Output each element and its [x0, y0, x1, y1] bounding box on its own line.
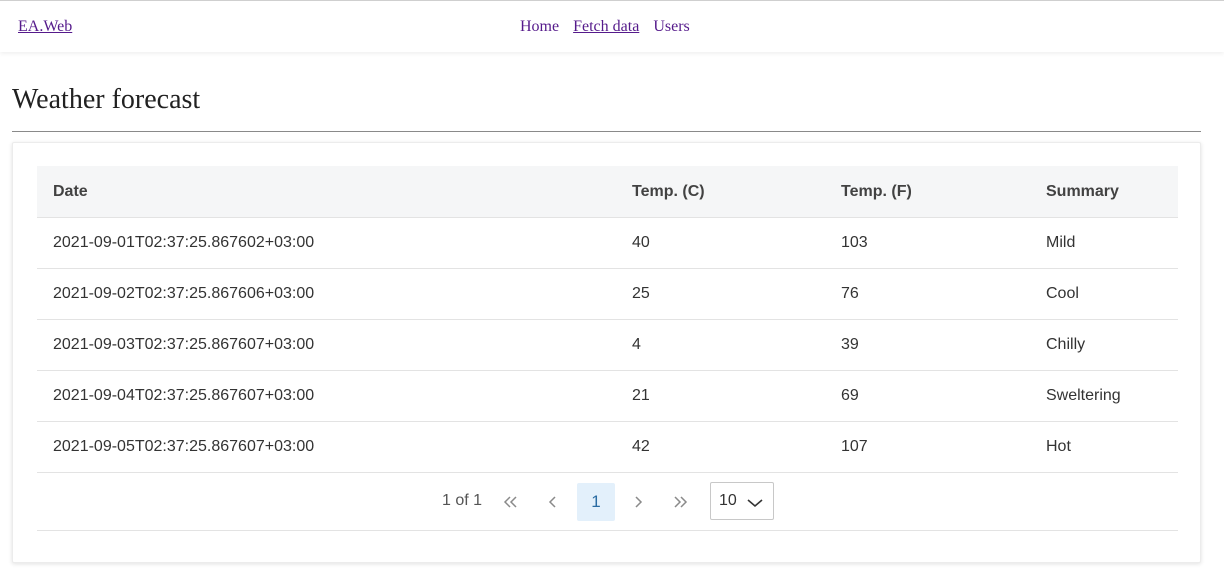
pagination-bar: 1 of 1 1 10: [37, 472, 1178, 531]
cell-temp-c: 25: [616, 268, 825, 320]
cell-summary: Hot: [1030, 421, 1178, 473]
chevron-down-icon: [747, 495, 763, 513]
table-header-row: Date Temp. (C) Temp. (F) Summary: [37, 166, 1178, 218]
chevron-right-icon: [633, 496, 643, 508]
cell-date: 2021-09-05T02:37:25.867607+03:00: [37, 421, 616, 473]
cell-temp-c: 4: [616, 319, 825, 371]
top-navbar: EA.Web Home Fetch data Users: [0, 0, 1224, 52]
cell-temp-c: 40: [616, 217, 825, 269]
page-size-value: 10: [719, 492, 737, 509]
cell-temp-f: 76: [825, 268, 1030, 320]
cell-summary: Chilly: [1030, 319, 1178, 371]
cell-date: 2021-09-03T02:37:25.867607+03:00: [37, 319, 616, 371]
cell-date: 2021-09-01T02:37:25.867602+03:00: [37, 217, 616, 269]
cell-summary: Sweltering: [1030, 370, 1178, 422]
last-page-button[interactable]: [661, 483, 699, 521]
cell-temp-f: 107: [825, 421, 1030, 473]
column-header-temp-c[interactable]: Temp. (C): [616, 166, 825, 218]
table-row: 2021-09-01T02:37:25.867602+03:00 40 103 …: [37, 217, 1178, 269]
cell-date: 2021-09-02T02:37:25.867606+03:00: [37, 268, 616, 320]
cell-temp-c: 42: [616, 421, 825, 473]
cell-summary: Mild: [1030, 217, 1178, 269]
cell-temp-c: 21: [616, 370, 825, 422]
table-row: 2021-09-03T02:37:25.867607+03:00 4 39 Ch…: [37, 319, 1178, 371]
cell-date: 2021-09-04T02:37:25.867607+03:00: [37, 370, 616, 422]
title-divider: [12, 131, 1201, 132]
cell-temp-f: 103: [825, 217, 1030, 269]
cell-summary: Cool: [1030, 268, 1178, 320]
double-chevron-right-icon: [672, 496, 688, 508]
nav-fetch-data-link[interactable]: Fetch data: [573, 18, 639, 35]
column-header-temp-f[interactable]: Temp. (F): [825, 166, 1030, 218]
column-header-summary[interactable]: Summary: [1030, 166, 1178, 218]
double-chevron-left-icon: [503, 496, 519, 508]
table-row: 2021-09-02T02:37:25.867606+03:00 25 76 C…: [37, 268, 1178, 320]
previous-page-button[interactable]: [534, 483, 572, 521]
next-page-button[interactable]: [619, 483, 657, 521]
forecast-table: Date Temp. (C) Temp. (F) Summary 2021-09…: [37, 166, 1178, 473]
column-header-date[interactable]: Date: [37, 166, 616, 218]
nav-users-link[interactable]: Users: [653, 18, 689, 35]
brand-link[interactable]: EA.Web: [18, 17, 72, 37]
page-info: 1 of 1: [442, 492, 483, 509]
nav-home-link[interactable]: Home: [520, 18, 559, 35]
table-row: 2021-09-04T02:37:25.867607+03:00 21 69 S…: [37, 370, 1178, 422]
cell-temp-f: 69: [825, 370, 1030, 422]
table-row: 2021-09-05T02:37:25.867607+03:00 42 107 …: [37, 421, 1178, 473]
main-nav: Home Fetch data Users: [520, 17, 690, 37]
page-title: Weather forecast: [12, 84, 201, 115]
page-number-button[interactable]: 1: [577, 483, 615, 521]
first-page-button[interactable]: [492, 483, 530, 521]
forecast-card: Date Temp. (C) Temp. (F) Summary 2021-09…: [12, 142, 1201, 563]
cell-temp-f: 39: [825, 319, 1030, 371]
chevron-left-icon: [548, 496, 558, 508]
page-size-select[interactable]: 10: [710, 482, 774, 520]
